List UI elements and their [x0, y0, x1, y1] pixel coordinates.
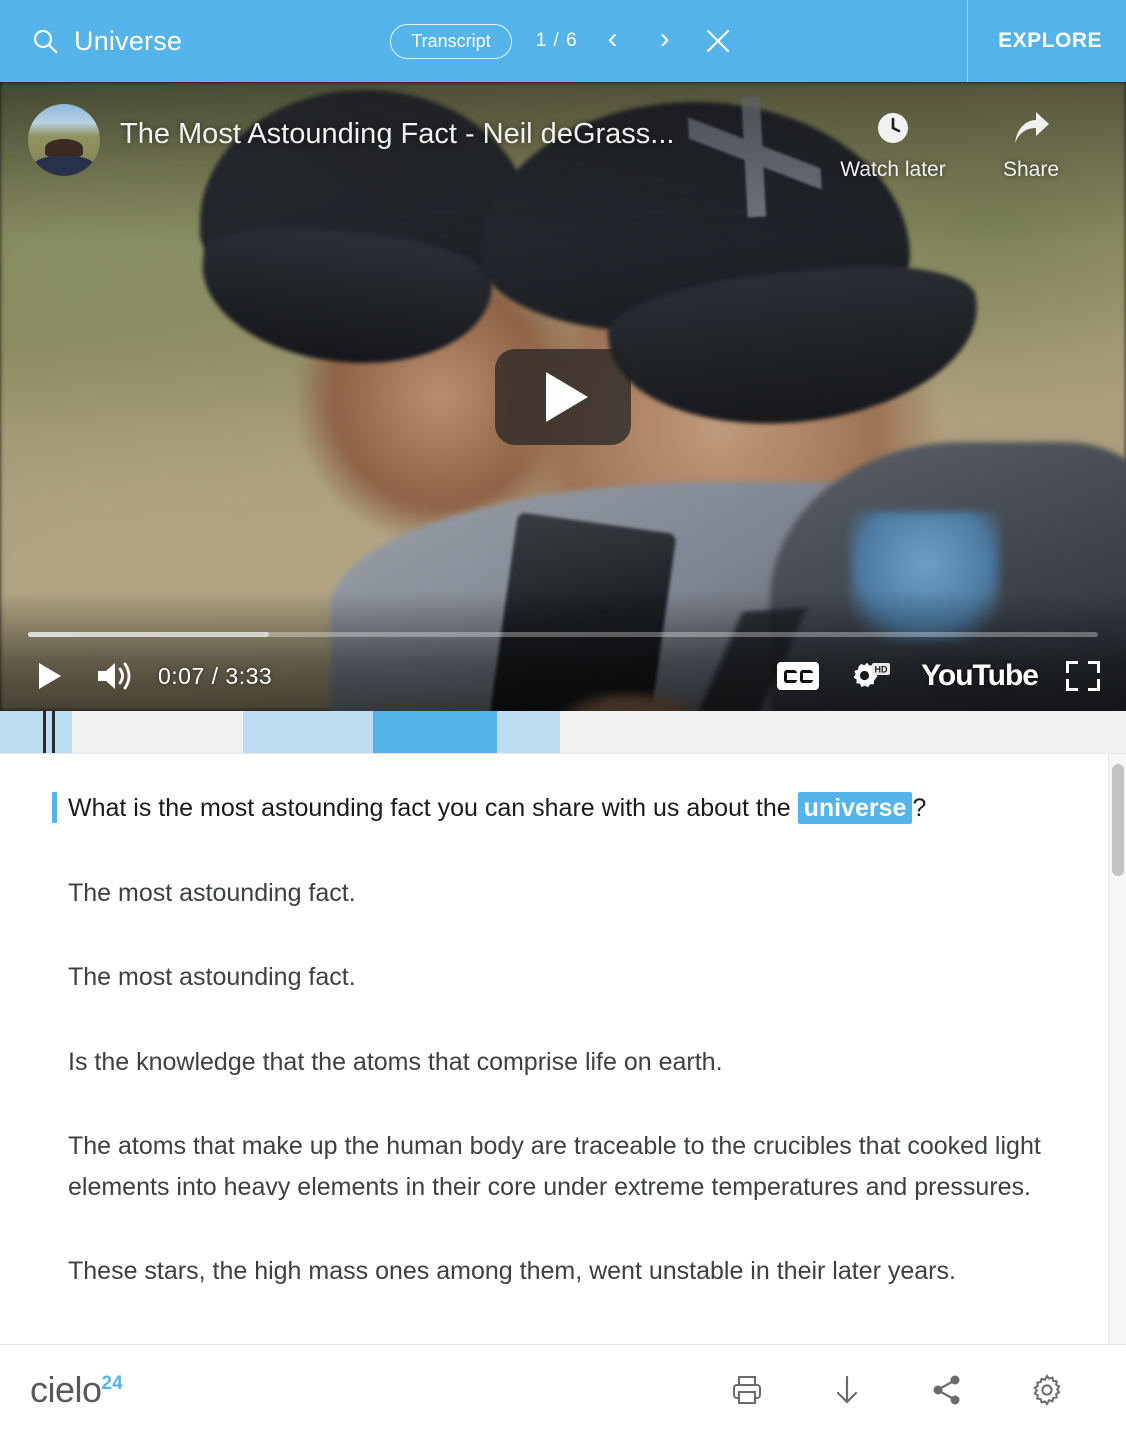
timeline-segment[interactable]	[0, 711, 43, 753]
close-icon[interactable]	[700, 23, 736, 59]
svg-text:HD: HD	[875, 665, 888, 675]
clock-icon	[828, 104, 958, 152]
timeline-segment[interactable]	[559, 711, 1126, 753]
timeline-segment[interactable]	[243, 711, 373, 753]
time-display: 0:07 / 3:33	[158, 662, 273, 689]
download-icon[interactable]	[828, 1371, 866, 1409]
transcript-paragraph-active[interactable]: What is the most astounding fact you can…	[30, 788, 1060, 829]
search-group[interactable]: Universe	[0, 26, 182, 57]
transcript-paragraph[interactable]: The most astounding fact.	[30, 957, 1060, 998]
play-icon[interactable]	[26, 653, 74, 699]
logo-superscript: 24	[101, 1372, 123, 1394]
segment-timeline[interactable]	[0, 711, 1126, 753]
prev-page-button[interactable]: ‹	[596, 24, 630, 58]
share-icon[interactable]	[928, 1371, 966, 1409]
search-term-highlight: universe	[797, 792, 913, 824]
closed-captions-icon[interactable]	[777, 662, 820, 690]
search-input[interactable]: Universe	[74, 26, 182, 57]
transcript-paragraph[interactable]: The most astounding fact.	[30, 873, 1060, 914]
explore-section[interactable]: EXPLORE	[967, 0, 1126, 82]
transcript-panel: What is the most astounding fact you can…	[0, 753, 1126, 1344]
logo-text: cielo	[30, 1368, 102, 1410]
settings-gear-icon[interactable]	[1028, 1371, 1066, 1409]
video-title[interactable]: The Most Astounding Fact - Neil deGrass.…	[120, 118, 674, 151]
video-right-controls: HD YouTube	[777, 653, 1100, 699]
share-arrow-icon	[966, 104, 1096, 152]
play-button-icon[interactable]	[495, 348, 631, 445]
channel-avatar[interactable]	[28, 104, 100, 176]
share-label: Share	[1002, 158, 1060, 181]
watch-later-button[interactable]: Watch later	[828, 104, 958, 182]
explore-button[interactable]: EXPLORE	[998, 29, 1102, 53]
transcript-text[interactable]: What is the most astounding fact you can…	[0, 754, 1108, 1344]
video-controls: 0:07 / 3:33 HD YouTube	[0, 641, 1126, 711]
volume-icon[interactable]	[88, 653, 144, 699]
search-icon[interactable]	[32, 28, 58, 54]
video-progress-bar[interactable]	[28, 632, 1098, 637]
progress-played	[28, 632, 73, 637]
youtube-brand-label[interactable]: YouTube	[921, 659, 1039, 693]
transcript-viewer-app: Universe Transcript 1 / 6 ‹ › EXPLORE Th…	[0, 0, 1126, 1434]
watch-later-label: Watch later	[840, 158, 946, 181]
video-player[interactable]: The Most Astounding Fact - Neil deGrass.…	[0, 82, 1126, 711]
timeline-segment[interactable]	[46, 711, 73, 753]
print-icon[interactable]	[728, 1371, 766, 1409]
transcript-scrollbar[interactable]	[1108, 754, 1126, 1344]
page-counter: 1 / 6	[535, 30, 578, 51]
transcript-paragraph[interactable]: The atoms that make up the human body ar…	[30, 1126, 1060, 1207]
settings-hd-icon[interactable]: HD	[847, 653, 893, 699]
timeline-segment[interactable]	[72, 711, 244, 753]
video-top-overlay: The Most Astounding Fact - Neil deGrass.…	[0, 82, 1126, 192]
transcript-paragraph[interactable]: These stars, the high mass ones among th…	[30, 1251, 1060, 1292]
timeline-segment[interactable]	[496, 711, 560, 753]
fullscreen-icon[interactable]	[1066, 661, 1100, 691]
app-header: Universe Transcript 1 / 6 ‹ › EXPLORE	[0, 0, 1126, 82]
transcript-paragraph[interactable]: Is the knowledge that the atoms that com…	[30, 1042, 1060, 1083]
scrollbar-thumb[interactable]	[1112, 764, 1124, 876]
transcript-tab[interactable]: Transcript	[390, 23, 512, 59]
cielo24-logo[interactable]: cielo 24	[30, 1368, 123, 1410]
video-actions: Watch later Share	[828, 104, 1102, 182]
footer-actions	[728, 1371, 1096, 1409]
next-page-button[interactable]: ›	[648, 24, 682, 58]
app-footer: cielo 24	[0, 1344, 1126, 1434]
share-button[interactable]: Share	[966, 104, 1096, 182]
timeline-segment[interactable]	[372, 711, 497, 753]
timeline-playhead[interactable]	[51, 711, 55, 753]
